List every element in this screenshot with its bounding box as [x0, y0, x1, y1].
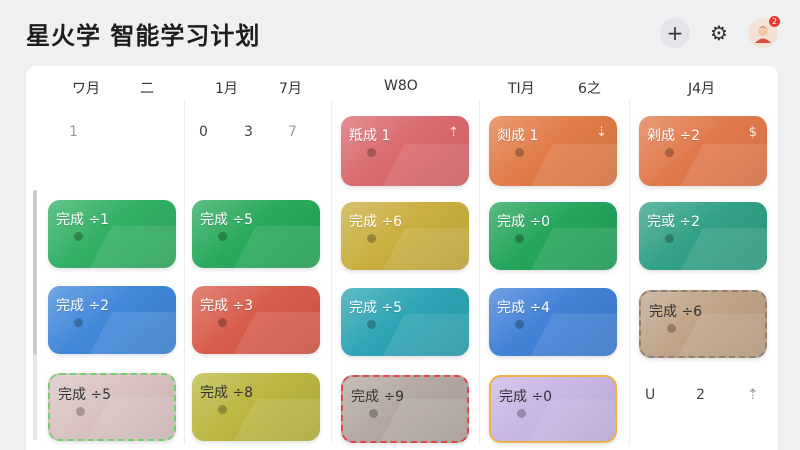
- status-dot: [218, 318, 227, 327]
- top-actions: + ⚙ 2: [660, 16, 780, 48]
- task-card[interactable]: 完成 ÷6: [639, 290, 767, 358]
- status-dot: [218, 232, 227, 241]
- column-header: TI月: [508, 81, 535, 97]
- task-card[interactable]: 完成 ÷5: [341, 288, 469, 356]
- arrow-down-icon: ⇣: [596, 125, 607, 140]
- column-header: 二: [140, 81, 154, 97]
- sort-icon: ⇡: [448, 125, 459, 140]
- top-bar: 星火学 智能学习计划 + ⚙ 2: [0, 0, 800, 64]
- task-label: 完成 ÷2: [56, 298, 110, 314]
- column-header: ワ月: [72, 81, 100, 97]
- settings-button[interactable]: ⚙: [704, 18, 734, 48]
- status-dot: [665, 234, 674, 243]
- task-label: 完成 ÷5: [349, 300, 403, 316]
- task-label: 完成 ÷6: [349, 214, 403, 230]
- task-label: 完成 ÷3: [200, 298, 254, 314]
- status-dot: [367, 234, 376, 243]
- day-number: 0: [199, 124, 208, 140]
- status-dot: [74, 232, 83, 241]
- status-dot: [76, 407, 85, 416]
- task-card[interactable]: 完成 ÷1: [48, 200, 176, 268]
- task-label: 剁成 ÷2: [647, 128, 701, 144]
- task-label: 完成 ÷0: [497, 214, 551, 230]
- status-dot: [665, 148, 674, 157]
- dollar-icon: $: [748, 125, 757, 140]
- task-card[interactable]: 完成 ÷5: [192, 200, 320, 268]
- task-card[interactable]: 完成 ÷2: [48, 286, 176, 354]
- status-dot: [218, 405, 227, 414]
- task-card[interactable]: 完成 ÷5: [48, 373, 176, 441]
- gear-icon: ⚙: [710, 21, 728, 45]
- column-header: J4月: [688, 81, 716, 97]
- task-card[interactable]: 剁成 ÷2 $: [639, 116, 767, 186]
- column-header: W8O: [384, 78, 418, 94]
- task-card[interactable]: 完成 ÷4: [489, 288, 617, 356]
- task-label: 完成 ÷4: [497, 300, 551, 316]
- task-card[interactable]: 剡成 1 ⇣: [489, 116, 617, 186]
- status-dot: [517, 409, 526, 418]
- column-divider: [184, 100, 185, 445]
- cell-text: U: [645, 387, 656, 403]
- status-dot: [369, 409, 378, 418]
- column-divider: [479, 100, 480, 445]
- status-dot: [515, 148, 524, 157]
- task-card[interactable]: 完或 ÷2: [639, 202, 767, 270]
- task-label: 完成 ÷1: [56, 212, 110, 228]
- task-label: 完成 ÷9: [351, 389, 405, 405]
- task-card[interactable]: 完成 ÷9: [341, 375, 469, 443]
- notification-badge: 2: [769, 16, 780, 27]
- column-divider: [331, 100, 332, 445]
- task-card[interactable]: 完成 ÷3: [192, 286, 320, 354]
- status-dot: [367, 320, 376, 329]
- plus-icon: +: [666, 21, 684, 45]
- task-card[interactable]: 完成 ÷0: [489, 202, 617, 270]
- status-dot: [367, 148, 376, 157]
- day-number: 7: [288, 124, 297, 140]
- task-card[interactable]: 完成 ÷8: [192, 373, 320, 441]
- task-label: 完成 ÷5: [200, 212, 254, 228]
- task-label: 完或 ÷2: [647, 214, 701, 230]
- status-dot: [515, 234, 524, 243]
- day-number: 3: [244, 124, 253, 140]
- column-header: 7月: [279, 81, 302, 97]
- status-dot: [74, 318, 83, 327]
- scrollbar-thumb[interactable]: [33, 190, 37, 355]
- cell-text: ⇡: [747, 387, 759, 403]
- status-dot: [515, 320, 524, 329]
- column-header: 6之: [578, 81, 601, 97]
- task-card[interactable]: 完成 ÷6: [341, 202, 469, 270]
- day-number: 1: [69, 124, 78, 140]
- add-button[interactable]: +: [660, 18, 690, 48]
- avatar[interactable]: 2: [748, 16, 780, 48]
- column-header: 1月: [215, 81, 238, 97]
- task-label: 完成 ÷8: [200, 385, 254, 401]
- task-label: 完成 ÷0: [499, 389, 553, 405]
- task-card[interactable]: 羝成 1 ⇡: [341, 116, 469, 186]
- task-label: 羝成 1: [349, 128, 391, 144]
- status-dot: [667, 324, 676, 333]
- task-label: 剡成 1: [497, 128, 539, 144]
- cell-text: 2: [696, 387, 705, 403]
- task-label: 完成 ÷6: [649, 304, 703, 320]
- column-divider: [629, 100, 630, 445]
- app-title: 星火学 智能学习计划: [26, 22, 261, 50]
- task-label: 完成 ÷5: [58, 387, 112, 403]
- task-card[interactable]: 完成 ÷0: [489, 375, 617, 443]
